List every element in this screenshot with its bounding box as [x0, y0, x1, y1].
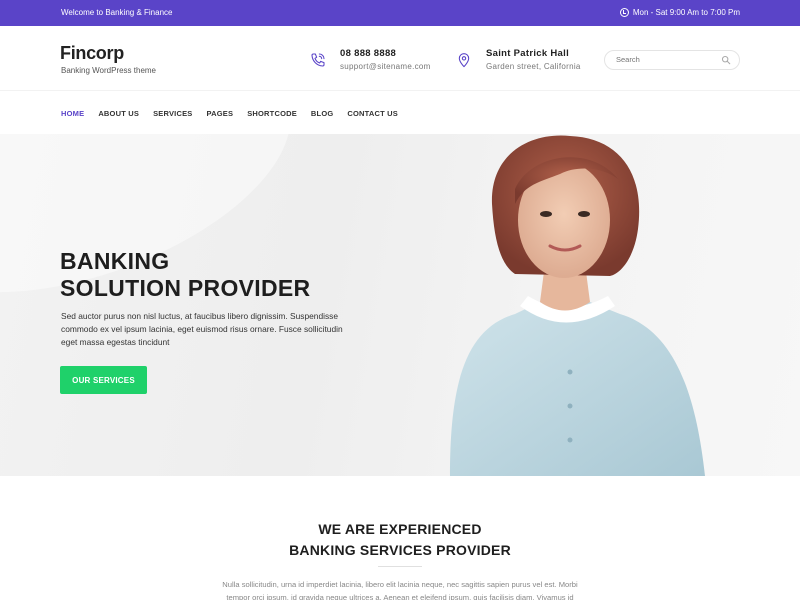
site-header: Fincorp Banking WordPress theme 08 888 8… [0, 26, 800, 90]
hero-person-photo [450, 135, 705, 476]
phone-icon [311, 53, 325, 67]
support-email[interactable]: support@sitename.com [340, 62, 431, 71]
hours-text: Mon - Sat 9:00 Am to 7:00 Pm [632, 8, 740, 17]
nav-item-pages[interactable]: PAGES [207, 109, 234, 118]
welcome-text: Welcome to Banking & Finance [61, 8, 173, 17]
nav-menu: HOME ABOUT US SERVICES PAGES SHORTCODE B… [61, 109, 412, 118]
nav-item-contact-us[interactable]: CONTACT US [347, 109, 398, 118]
search-icon[interactable] [721, 55, 731, 65]
nav-item-blog[interactable]: BLOG [311, 109, 333, 118]
about-section-title: WE ARE EXPERIENCED BANKING SERVICES PROV… [0, 519, 800, 561]
about-description: Nulla sollicitudin, urna id imperdiet la… [222, 580, 578, 600]
phone-number[interactable]: 08 888 8888 [340, 48, 431, 59]
address-street: Garden street, California [486, 62, 581, 71]
nav-item-shortcode[interactable]: SHORTCODE [247, 109, 297, 118]
hero-title-line-1: BANKING [60, 248, 170, 274]
nav-item-home[interactable]: HOME [61, 109, 84, 118]
about-title-line-1: WE ARE EXPERIENCED [318, 521, 482, 537]
nav-item-services[interactable]: SERVICES [153, 109, 192, 118]
our-services-button[interactable]: OUR SERVICES [60, 366, 147, 394]
hero-background-shape [0, 134, 322, 340]
top-bar: Welcome to Banking & Finance Mon - Sat 9… [0, 0, 800, 26]
main-navigation: HOME ABOUT US SERVICES PAGES SHORTCODE B… [0, 90, 800, 134]
about-title-line-2: BANKING SERVICES PROVIDER [289, 542, 511, 558]
hero-title-line-2: SOLUTION PROVIDER [60, 275, 311, 301]
site-logo[interactable]: Fincorp [60, 43, 124, 64]
business-hours: Mon - Sat 9:00 Am to 7:00 Pm [619, 8, 740, 17]
hero-description: Sed auctor purus non nisl luctus, at fau… [61, 311, 343, 347]
address-contact: Saint Patrick Hall Garden street, Califo… [456, 48, 581, 71]
search-input[interactable] [616, 55, 716, 64]
address-name: Saint Patrick Hall [486, 48, 570, 59]
clock-icon [619, 8, 629, 17]
location-pin-icon [458, 53, 470, 68]
phone-contact: 08 888 8888 support@sitename.com [310, 48, 431, 71]
nav-item-about-us[interactable]: ABOUT US [98, 109, 139, 118]
hero-title: BANKING SOLUTION PROVIDER [60, 248, 310, 302]
section-divider [378, 566, 422, 567]
search-box [604, 50, 740, 70]
hero-banner: BANKING SOLUTION PROVIDER Sed auctor pur… [0, 134, 800, 476]
site-tagline: Banking WordPress theme [61, 66, 157, 75]
